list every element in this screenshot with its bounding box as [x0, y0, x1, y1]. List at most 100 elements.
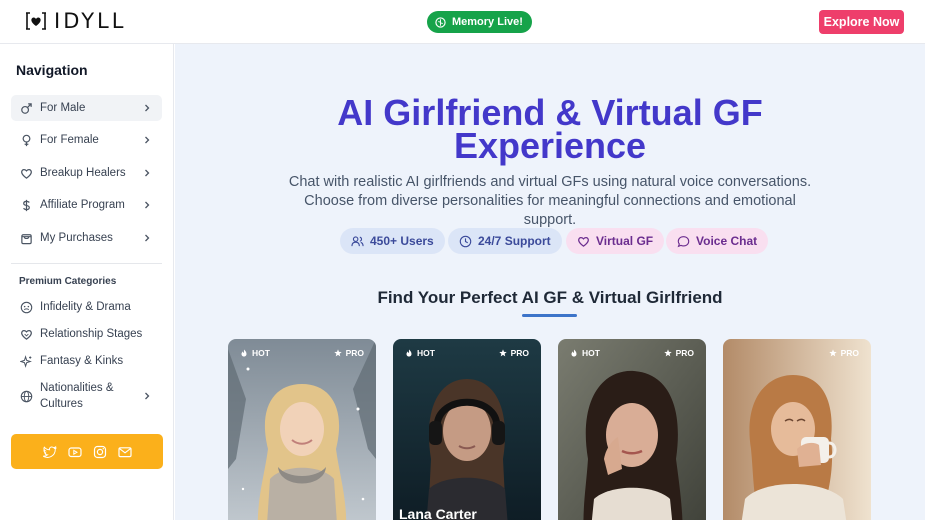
chevron-right-icon: [145, 201, 150, 209]
sidebar-divider: [11, 263, 162, 264]
clock-icon: [459, 235, 472, 247]
premium-categories-title: Premium Categories: [19, 276, 117, 287]
section-underline: [522, 314, 577, 317]
character-card[interactable]: PRO: [723, 339, 871, 520]
hot-label: HOT: [252, 348, 270, 358]
star-icon: [828, 349, 837, 357]
sidebar-item-my-purchases[interactable]: My Purchases: [11, 225, 162, 251]
character-portrait: [393, 339, 541, 520]
flame-icon: [571, 349, 577, 357]
flame-icon: [406, 349, 412, 357]
twitter-icon[interactable]: [42, 445, 57, 459]
pro-label: PRO: [675, 348, 694, 358]
pro-badge: PRO: [828, 348, 859, 358]
sidebar-item-breakup-healers[interactable]: Breakup Healers: [11, 160, 162, 186]
virtual-gf-pill-label: Virtual GF: [596, 234, 654, 248]
pro-label: PRO: [345, 348, 364, 358]
star-icon: [498, 349, 507, 357]
shopping-bag-icon: [19, 231, 33, 245]
star-icon: [333, 349, 342, 357]
character-portrait: [723, 339, 871, 520]
pro-label: PRO: [840, 348, 859, 358]
heart-icon: [578, 236, 589, 247]
sidebar: Navigation For Male For Female Breakup H…: [0, 44, 174, 520]
chevron-right-icon: [145, 104, 150, 112]
chat-bubble-icon: [677, 235, 690, 247]
category-label: Infidelity & Drama: [40, 301, 131, 313]
navigation-title: Navigation: [16, 62, 88, 78]
main-content: AI Girlfriend & Virtual GF Experience Ch…: [175, 44, 925, 520]
category-relationship-stages[interactable]: Relationship Stages: [11, 326, 162, 342]
category-label: Fantasy & Kinks: [40, 355, 124, 367]
section-title: Find Your Perfect AI GF & Virtual Girlfr…: [377, 288, 723, 307]
character-portrait: [228, 339, 376, 520]
category-fantasy-kinks[interactable]: Fantasy & Kinks: [11, 353, 162, 369]
category-label-line2: Cultures: [40, 398, 83, 410]
sidebar-item-affiliate-program[interactable]: Affiliate Program: [11, 192, 162, 218]
top-header: IDYLL Memory Live! Explore Now: [0, 0, 925, 44]
hot-badge: HOT: [240, 348, 270, 358]
logo-text: IDYLL: [54, 9, 127, 33]
hot-badge: HOT: [570, 348, 600, 358]
character-card[interactable]: HOT PRO Lana Carter: [393, 339, 541, 520]
pro-badge: PRO: [333, 348, 364, 358]
hearts-icon: [19, 327, 33, 341]
memory-live-badge[interactable]: Memory Live!: [427, 11, 532, 33]
hot-badge: HOT: [405, 348, 435, 358]
brain-icon: [435, 16, 446, 28]
explore-now-button[interactable]: Explore Now: [819, 10, 904, 34]
character-card[interactable]: HOT PRO: [558, 339, 706, 520]
pro-badge: PRO: [498, 348, 529, 358]
hero-subtitle-line2: from diverse personalities for meaningfu…: [358, 193, 796, 228]
category-label-line1: Nationalities &: [40, 382, 114, 394]
star-icon: [663, 349, 672, 357]
hero-title-line2: Experience: [453, 125, 647, 166]
virtual-gf-pill: Virtual GF: [566, 228, 665, 254]
sidebar-item-label: My Purchases: [40, 232, 113, 244]
category-label: Nationalities & Cultures: [40, 380, 114, 412]
social-links-bar: [11, 434, 163, 469]
pro-label: PRO: [510, 348, 529, 358]
users-icon: [351, 235, 364, 246]
logo[interactable]: IDYLL: [24, 9, 126, 33]
logo-heart-icon: [26, 12, 46, 30]
hot-label: HOT: [582, 348, 600, 358]
sidebar-item-for-male[interactable]: For Male: [11, 95, 162, 121]
chevron-right-icon: [145, 136, 150, 144]
voice-chat-pill: Voice Chat: [666, 228, 769, 254]
character-portrait: [558, 339, 706, 520]
globe-icon: [19, 389, 33, 403]
users-pill: 450+ Users: [340, 228, 445, 254]
pro-badge: PRO: [663, 348, 694, 358]
mail-icon[interactable]: [117, 445, 132, 459]
sidebar-item-label: Breakup Healers: [40, 167, 126, 179]
support-pill-label: 24/7 Support: [478, 234, 551, 248]
category-label: Relationship Stages: [40, 328, 143, 340]
sidebar-item-label: Affiliate Program: [40, 199, 125, 211]
sparkles-icon: [19, 354, 33, 368]
memory-live-label: Memory Live!: [452, 16, 523, 28]
voice-chat-pill-label: Voice Chat: [696, 234, 758, 248]
chevron-right-icon: [145, 234, 150, 242]
male-icon: [19, 101, 33, 115]
instagram-icon[interactable]: [93, 445, 107, 459]
sidebar-item-label: For Female: [40, 134, 99, 146]
chevron-right-icon: [145, 392, 150, 400]
hero-title: AI Girlfriend & Virtual GF Experience: [175, 95, 925, 164]
youtube-icon[interactable]: [67, 445, 82, 459]
hero-subtitle: Chat with realistic AI girlfriends and v…: [285, 173, 815, 230]
sidebar-item-label: For Male: [40, 102, 86, 114]
heart-icon: [19, 166, 33, 180]
female-icon: [19, 133, 33, 147]
character-name: Lana Carter: [399, 506, 477, 520]
character-card[interactable]: HOT PRO: [228, 339, 376, 520]
chevron-right-icon: [145, 169, 150, 177]
flame-icon: [241, 349, 247, 357]
category-infidelity-drama[interactable]: Infidelity & Drama: [11, 299, 162, 315]
hot-label: HOT: [417, 348, 435, 358]
category-nationalities-cultures[interactable]: Nationalities & Cultures: [11, 380, 162, 412]
dollar-icon: [19, 198, 33, 212]
users-pill-label: 450+ Users: [370, 234, 434, 248]
drama-icon: [19, 300, 33, 314]
sidebar-item-for-female[interactable]: For Female: [11, 127, 162, 153]
